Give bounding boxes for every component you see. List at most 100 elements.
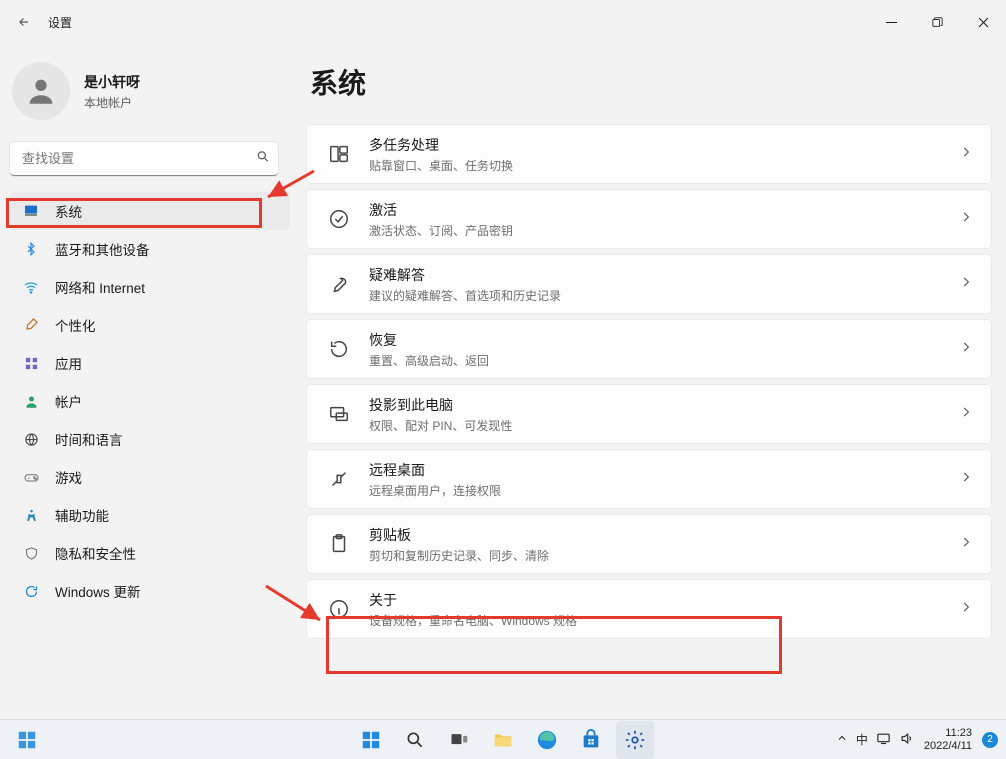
avatar <box>12 62 70 120</box>
card-title: 投影到此电脑 <box>369 395 959 415</box>
sidebar-item-label: 应用 <box>55 353 82 373</box>
chevron-right-icon <box>959 210 973 229</box>
taskbar-start[interactable] <box>352 721 390 759</box>
sidebar-item-network[interactable]: 网络和 Internet <box>10 268 290 306</box>
profile-block[interactable]: 是小轩呀 本地帐户 <box>10 56 290 138</box>
card-title: 恢复 <box>369 330 959 350</box>
card-troubleshoot[interactable]: 疑难解答 建议的疑难解答、首选项和历史记录 <box>306 254 992 314</box>
tray-chevron-icon[interactable] <box>836 732 848 747</box>
card-title: 关于 <box>369 590 959 610</box>
taskbar-settings[interactable] <box>616 721 654 759</box>
card-sub: 远程桌面用户，连接权限 <box>369 482 959 499</box>
update-icon <box>22 584 40 599</box>
card-remote-desktop[interactable]: 远程桌面 远程桌面用户，连接权限 <box>306 449 992 509</box>
sidebar-item-label: 游戏 <box>55 467 82 487</box>
chevron-right-icon <box>959 470 973 489</box>
tray-ime[interactable]: 中 <box>856 731 868 748</box>
sidebar-item-label: 系统 <box>55 201 82 221</box>
card-sub: 设备规格，重命名电脑、Windows 规格 <box>369 612 959 629</box>
card-title: 激活 <box>369 200 959 220</box>
card-about[interactable]: 关于 设备规格，重命名电脑、Windows 规格 <box>306 579 992 639</box>
sidebar-item-accounts[interactable]: 帐户 <box>10 382 290 420</box>
sidebar-item-label: 帐户 <box>55 391 82 411</box>
tray-volume-icon[interactable] <box>899 731 914 749</box>
card-title: 远程桌面 <box>369 460 959 480</box>
sidebar-item-label: 辅助功能 <box>55 505 109 525</box>
titlebar: 设置 <box>0 0 1006 44</box>
sidebar-item-privacy[interactable]: 隐私和安全性 <box>10 534 290 572</box>
clipboard-icon <box>325 533 353 555</box>
sidebar-item-label: 网络和 Internet <box>55 277 145 297</box>
wrench-icon <box>325 273 353 295</box>
sidebar-item-time-language[interactable]: 时间和语言 <box>10 420 290 458</box>
sidebar-item-label: 时间和语言 <box>55 429 123 449</box>
sidebar-item-label: 个性化 <box>55 315 96 335</box>
card-sub: 权限、配对 PIN、可发现性 <box>369 417 959 434</box>
window-title: 设置 <box>48 14 72 31</box>
taskbar-edge[interactable] <box>528 721 566 759</box>
multitasking-icon <box>325 143 353 165</box>
search-input[interactable] <box>10 142 278 176</box>
card-sub: 激活状态、订阅、产品密钥 <box>369 222 959 239</box>
taskbar-widgets[interactable] <box>8 721 46 759</box>
card-clipboard[interactable]: 剪贴板 剪切和复制历史记录、同步、清除 <box>306 514 992 574</box>
recovery-icon <box>325 338 353 360</box>
tray-notification-badge[interactable]: 2 <box>982 732 998 748</box>
chevron-right-icon <box>959 275 973 294</box>
close-button[interactable] <box>960 6 1006 38</box>
back-button[interactable] <box>12 10 36 34</box>
sidebar: 是小轩呀 本地帐户 系统 蓝牙和其他设备 <box>0 44 300 719</box>
sidebar-item-apps[interactable]: 应用 <box>10 344 290 382</box>
card-sub: 重置、高级启动、返回 <box>369 352 959 369</box>
apps-icon <box>22 356 40 371</box>
card-activation[interactable]: 激活 激活状态、订阅、产品密钥 <box>306 189 992 249</box>
chevron-right-icon <box>959 600 973 619</box>
card-recovery[interactable]: 恢复 重置、高级启动、返回 <box>306 319 992 379</box>
taskbar-tray: 中 11:23 2022/4/11 2 <box>836 727 1006 751</box>
display-icon <box>22 203 40 219</box>
check-circle-icon <box>325 208 353 230</box>
chevron-right-icon <box>959 405 973 424</box>
project-icon <box>325 403 353 425</box>
card-title: 剪贴板 <box>369 525 959 545</box>
taskbar-center <box>352 721 654 759</box>
taskbar-store[interactable] <box>572 721 610 759</box>
shield-icon <box>22 546 40 561</box>
tray-date: 2022/4/11 <box>924 740 972 752</box>
brush-icon <box>22 317 40 333</box>
tray-clock[interactable]: 11:23 2022/4/11 <box>924 727 972 751</box>
card-sub: 贴靠窗口、桌面、任务切换 <box>369 157 959 174</box>
taskbar-search[interactable] <box>396 721 434 759</box>
sidebar-item-windows-update[interactable]: Windows 更新 <box>10 572 290 610</box>
maximize-button[interactable] <box>914 6 960 38</box>
person-icon <box>22 394 40 409</box>
taskbar-taskview[interactable] <box>440 721 478 759</box>
sidebar-item-personalization[interactable]: 个性化 <box>10 306 290 344</box>
globe-icon <box>22 432 40 447</box>
accessibility-icon <box>22 508 40 523</box>
bluetooth-icon <box>22 242 40 256</box>
content-area: 系统 多任务处理 贴靠窗口、桌面、任务切换 激活 激活状态、订阅、产品密钥 <box>300 44 1006 719</box>
chevron-right-icon <box>959 145 973 164</box>
sidebar-item-system[interactable]: 系统 <box>10 192 290 230</box>
sidebar-item-label: 隐私和安全性 <box>55 543 136 563</box>
wifi-icon <box>22 279 40 295</box>
search-box <box>10 142 286 176</box>
tray-network-icon[interactable] <box>876 731 891 749</box>
sidebar-item-accessibility[interactable]: 辅助功能 <box>10 496 290 534</box>
taskbar: 中 11:23 2022/4/11 2 <box>0 719 1006 759</box>
sidebar-item-label: Windows 更新 <box>55 581 141 601</box>
card-sub: 建议的疑难解答、首选项和历史记录 <box>369 287 959 304</box>
gamepad-icon <box>22 469 40 486</box>
chevron-right-icon <box>959 535 973 554</box>
profile-name: 是小轩呀 <box>84 72 140 92</box>
tray-time: 11:23 <box>924 727 972 739</box>
info-icon <box>325 598 353 620</box>
sidebar-item-bluetooth[interactable]: 蓝牙和其他设备 <box>10 230 290 268</box>
page-title: 系统 <box>310 62 992 102</box>
minimize-button[interactable] <box>868 6 914 38</box>
card-multitasking[interactable]: 多任务处理 贴靠窗口、桌面、任务切换 <box>306 124 992 184</box>
taskbar-file-explorer[interactable] <box>484 721 522 759</box>
card-projecting[interactable]: 投影到此电脑 权限、配对 PIN、可发现性 <box>306 384 992 444</box>
sidebar-item-gaming[interactable]: 游戏 <box>10 458 290 496</box>
